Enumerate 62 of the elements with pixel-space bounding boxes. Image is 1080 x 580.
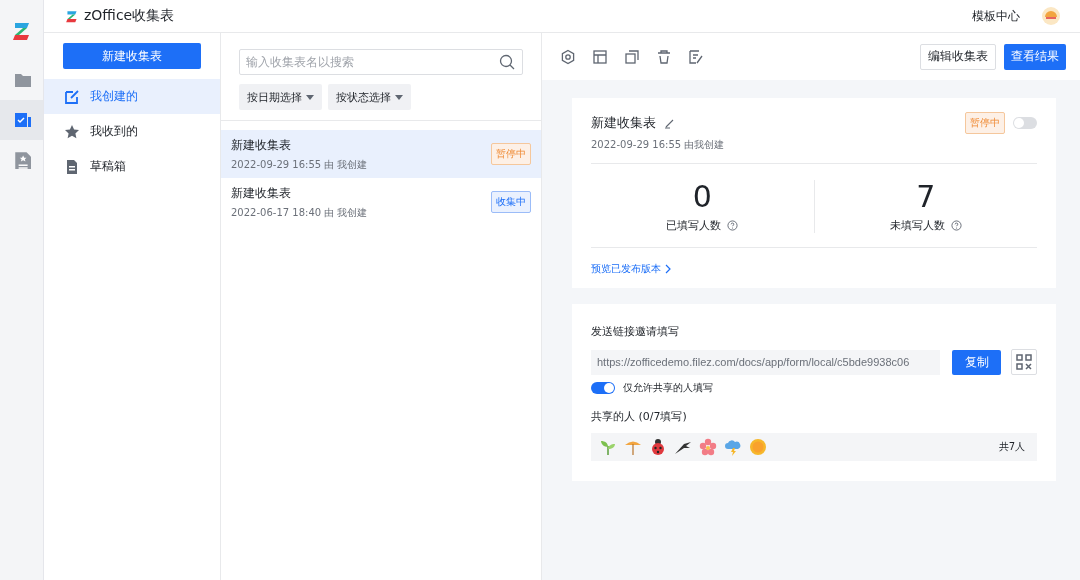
form-meta: 2022-09-29 16:55 由我创建	[591, 138, 726, 152]
template-center-link[interactable]: 模板中心	[972, 7, 1020, 25]
copy-button[interactable]: 复制	[952, 349, 1001, 375]
people-count: 共7人	[998, 440, 1025, 454]
app-title: zOffice收集表	[84, 7, 176, 25]
filter-dropdown[interactable]: 按状态选择	[328, 84, 411, 110]
search-icon	[499, 54, 515, 70]
star-icon	[64, 123, 80, 140]
caret-icon	[306, 94, 314, 100]
only-shared-switch[interactable]	[591, 382, 615, 394]
document-icon	[64, 158, 80, 175]
logo-icon	[12, 21, 31, 41]
checkbox-icon	[12, 112, 31, 128]
folder-icon	[12, 72, 31, 88]
qr-code-button[interactable]	[1011, 349, 1037, 375]
layout-icon	[592, 48, 608, 65]
form-meta: 2022-06-17 18:40 由 我创建	[231, 205, 369, 220]
edit-form-button[interactable]: 编辑收集表	[920, 43, 996, 70]
flower-icon	[699, 438, 717, 456]
link-field[interactable]: https://zofficedemo.filez.com/docs/app/form/local/c5bde9938c06	[591, 349, 940, 375]
stat-value: 7	[916, 180, 936, 214]
people-heading: 共享的人 (0/7填写)	[591, 409, 688, 424]
stat-value: 0	[692, 180, 712, 214]
stat-label: 已填写人数	[666, 218, 722, 233]
help-icon	[950, 220, 962, 231]
stat-label: 未填写人数	[889, 218, 945, 233]
sidebar-item[interactable]: 草稿箱	[44, 149, 220, 184]
view-results-button[interactable]: 查看结果	[1004, 43, 1066, 70]
sidebar-item[interactable]: 我收到的	[44, 114, 220, 149]
chevron-icon	[665, 264, 671, 274]
search-field[interactable]: 输入收集表名以搜索	[239, 49, 523, 75]
sidebar-item[interactable]: 我创建的	[44, 79, 220, 114]
switch-label: 仅允许共享的人填写	[623, 381, 713, 395]
filter-dropdown[interactable]: 按日期选择	[239, 84, 322, 110]
preview-link[interactable]: 预览已发布版本	[591, 262, 671, 276]
ladybug-icon	[649, 438, 667, 456]
form-title: 新建收集表	[231, 184, 292, 202]
form-title: 新建收集表	[591, 114, 656, 132]
document-icon	[12, 151, 31, 169]
sun-icon	[749, 438, 767, 456]
status-tag: 收集中	[491, 191, 531, 213]
share-heading: 发送链接邀请填写	[591, 324, 680, 339]
list-edit-icon	[688, 48, 704, 65]
sprout-icon	[599, 438, 617, 456]
new-form-button[interactable]: 新建收集表	[63, 43, 201, 69]
status-switch[interactable]	[1013, 117, 1037, 129]
status-tag: 暂停中	[965, 112, 1005, 134]
form-meta: 2022-09-29 16:55 由 我创建	[231, 157, 369, 172]
edit-icon	[64, 88, 80, 105]
cloud-icon	[724, 438, 742, 456]
trash-icon	[656, 48, 672, 65]
form-list-item[interactable]: 新建收集表 2022-09-29 16:55 由 我创建 暂停中	[221, 130, 541, 178]
logo-icon	[66, 9, 78, 23]
status-tag: 暂停中	[491, 143, 531, 165]
settings-icon	[560, 48, 576, 65]
copy-icon	[624, 48, 640, 65]
caret-icon	[395, 94, 403, 100]
rail-item[interactable]	[0, 100, 43, 140]
help-icon	[727, 220, 739, 231]
avatar[interactable]	[1042, 7, 1060, 25]
pencil-icon	[664, 117, 676, 129]
form-title: 新建收集表	[231, 136, 292, 154]
